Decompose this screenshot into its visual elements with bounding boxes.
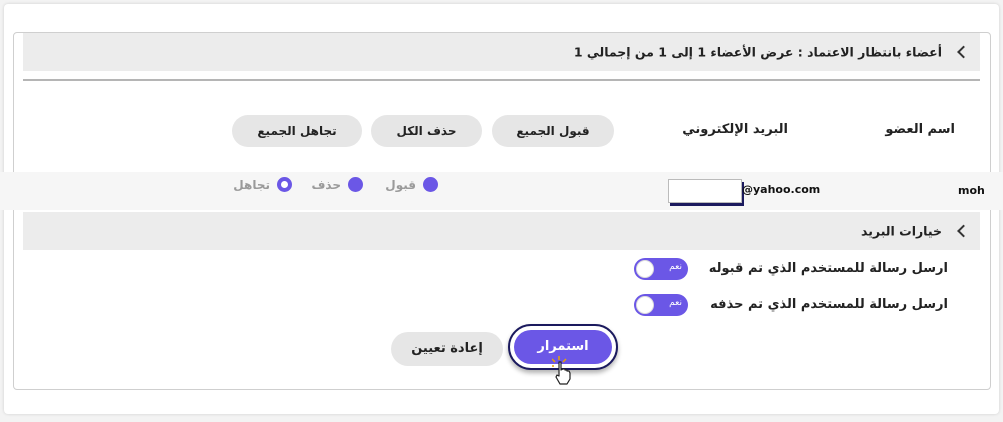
chevron-right-icon bbox=[957, 45, 970, 59]
radio-ignore-label: تجاهل bbox=[233, 178, 270, 192]
radio-delete[interactable]: حذف bbox=[306, 177, 363, 195]
pending-members-title: أعضاء بانتظار الاعتماد : عرض الأعضاء 1 إ… bbox=[573, 44, 942, 60]
mail-options-header[interactable]: خيارات البريد bbox=[23, 212, 980, 250]
accept-all-button[interactable]: قبول الجميع bbox=[492, 115, 614, 147]
mail-options-title: خيارات البريد bbox=[861, 223, 942, 239]
delete-all-button[interactable]: حذف الكل bbox=[371, 115, 482, 147]
send-deleted-label: ارسل رسالة للمستخدم الذي تم حذفه bbox=[710, 297, 948, 312]
toggle-knob bbox=[636, 260, 654, 278]
column-email: البريد الإلكتروني bbox=[682, 122, 788, 137]
member-email-domain: @yahoo.com bbox=[742, 183, 821, 196]
radio-accept[interactable]: قبول bbox=[380, 177, 438, 195]
table-row bbox=[0, 172, 1003, 210]
members-panel bbox=[13, 32, 991, 390]
radio-circle-selected[interactable] bbox=[277, 177, 292, 192]
radio-delete-label: حذف bbox=[311, 178, 341, 192]
pending-members-header[interactable]: أعضاء بانتظار الاعتماد : عرض الأعضاء 1 إ… bbox=[23, 33, 980, 71]
radio-ignore[interactable]: تجاهل bbox=[226, 177, 292, 195]
radio-circle[interactable] bbox=[348, 177, 363, 192]
radio-accept-label: قبول bbox=[385, 178, 416, 192]
send-accepted-label: ارسل رسالة للمستخدم الذي تم قبوله bbox=[708, 261, 948, 276]
toggle-knob bbox=[636, 296, 654, 314]
member-username: moh bbox=[958, 184, 985, 197]
ignore-all-button[interactable]: تجاهل الجميع bbox=[232, 115, 362, 147]
chevron-right-icon bbox=[957, 224, 970, 238]
email-redacted-box bbox=[668, 179, 742, 203]
reset-button[interactable]: إعادة تعيين bbox=[391, 332, 503, 366]
hand-pointer-cursor-icon bbox=[552, 356, 571, 385]
toggle-label: نعم bbox=[669, 262, 682, 272]
send-accepted-toggle[interactable]: نعم bbox=[634, 258, 688, 280]
header-divider bbox=[23, 79, 980, 81]
radio-circle[interactable] bbox=[423, 177, 438, 192]
toggle-label: نعم bbox=[669, 298, 682, 308]
send-deleted-toggle[interactable]: نعم bbox=[634, 294, 688, 316]
column-member-name: اسم العضو bbox=[885, 122, 955, 137]
